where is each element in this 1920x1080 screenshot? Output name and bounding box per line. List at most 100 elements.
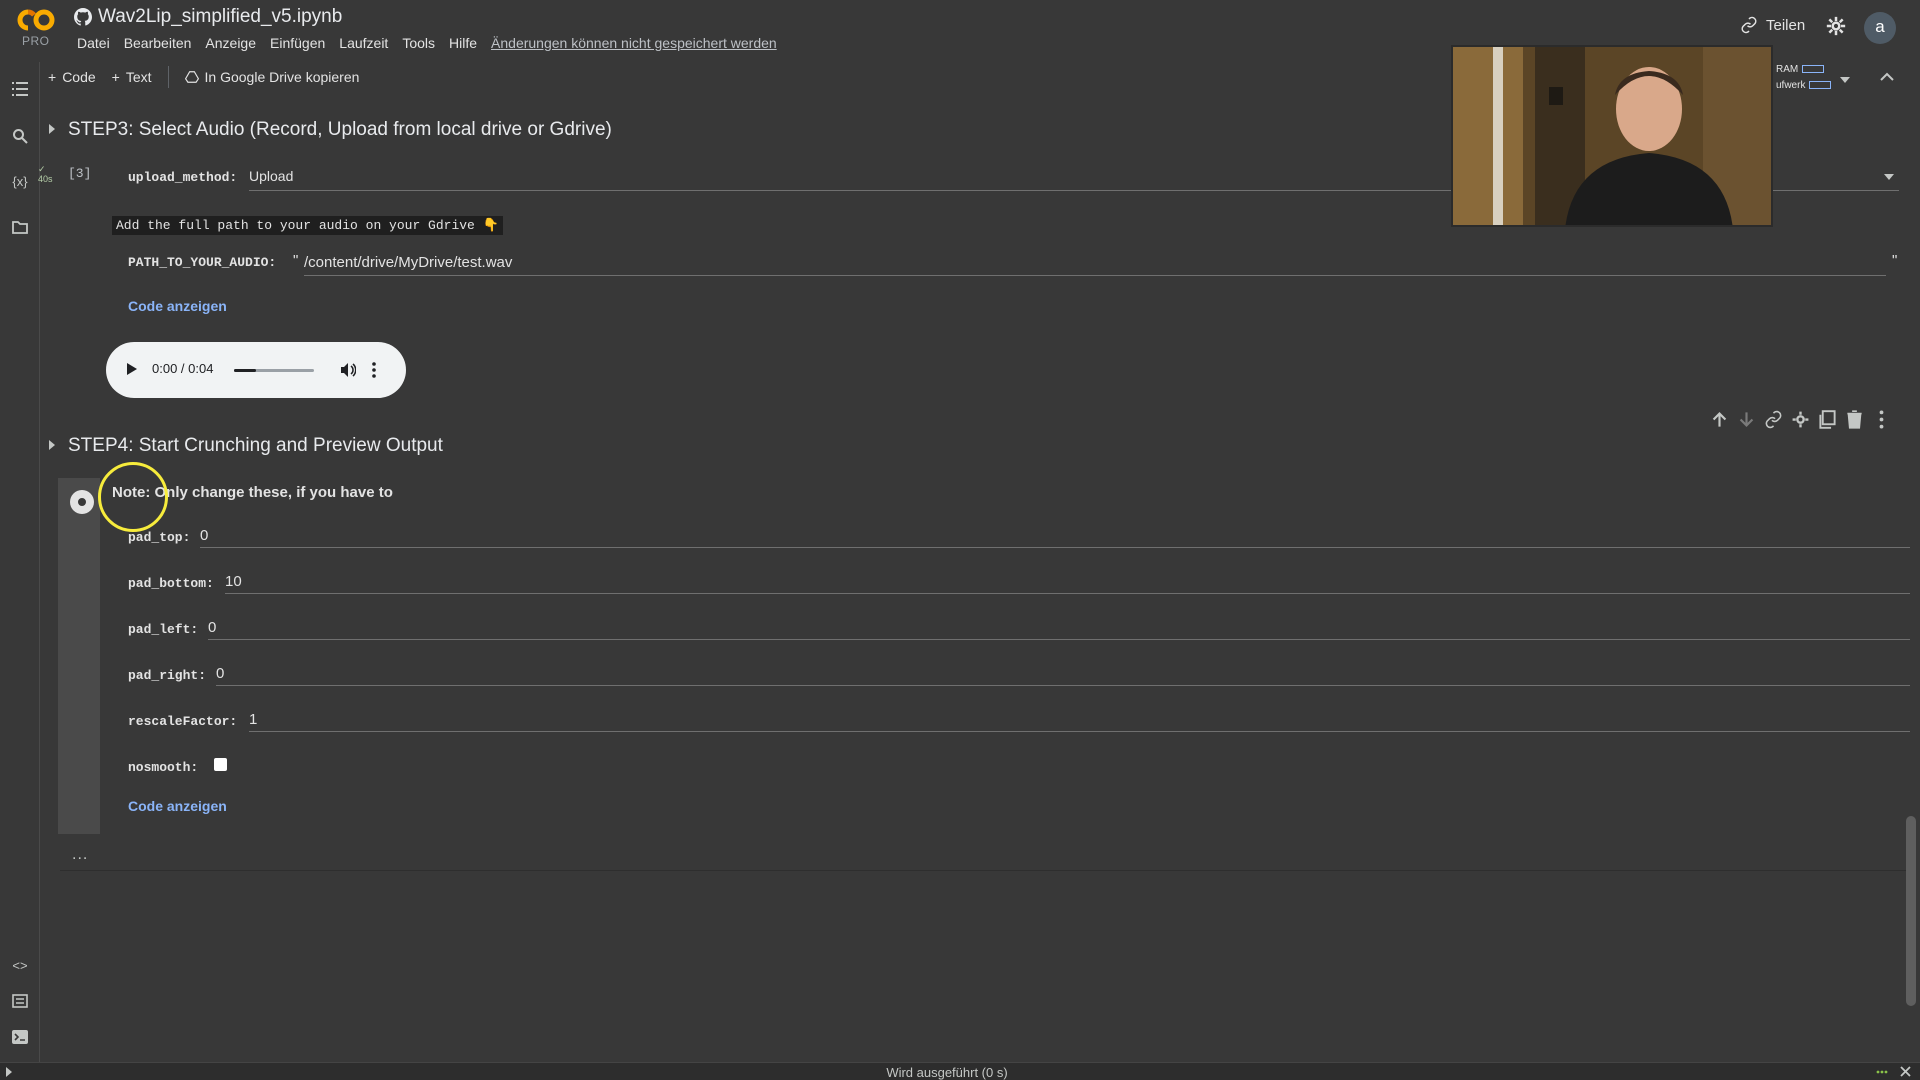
ram-bar xyxy=(1802,65,1825,74)
terminal-icon[interactable] xyxy=(10,1030,30,1050)
share-label: Teilen xyxy=(1766,16,1806,34)
notebook-scrollbar[interactable] xyxy=(1906,816,1916,1006)
google-drive-icon xyxy=(184,71,199,83)
mouse-cursor-highlight xyxy=(98,462,168,532)
audio-progress-fill xyxy=(234,369,256,372)
pad-left-underline xyxy=(208,639,1910,640)
colab-logo[interactable]: PRO xyxy=(16,8,56,48)
step4-heading: STEP4: Start Crunching and Preview Outpu… xyxy=(68,435,443,456)
resource-indicator[interactable]: RAM ufwerk xyxy=(1776,62,1832,94)
copy-to-drive-label: In Google Drive kopieren xyxy=(204,69,360,85)
nosmooth-checkbox[interactable] xyxy=(214,758,227,771)
stop-execution-button[interactable] xyxy=(70,490,94,514)
pad-right-input[interactable]: 0 xyxy=(216,665,224,682)
play-icon[interactable] xyxy=(126,362,138,376)
status-more-icon[interactable] xyxy=(1876,1070,1888,1074)
pad-right-label: pad_right: xyxy=(128,668,207,683)
share-button[interactable]: Teilen xyxy=(1740,16,1805,34)
menu-bearbeiten[interactable]: Bearbeiten xyxy=(117,35,199,51)
more-options-icon[interactable] xyxy=(372,362,376,378)
pad-bottom-input[interactable]: 10 xyxy=(225,573,242,590)
ram-label: RAM xyxy=(1776,64,1799,75)
nosmooth-label: nosmooth: xyxy=(128,760,199,775)
plus-icon: + xyxy=(48,69,57,85)
table-of-contents-icon[interactable] xyxy=(10,82,30,102)
add-code-label: Code xyxy=(62,69,96,85)
rescale-factor-underline xyxy=(249,731,1910,732)
show-code-link[interactable]: Code anzeigen xyxy=(128,798,227,814)
disk-bar xyxy=(1809,81,1832,90)
audio-path-hint: Add the full path to your audio on your … xyxy=(112,216,503,235)
rescale-factor-label: rescaleFactor: xyxy=(128,714,238,729)
execution-status-text: Wird ausgeführt (0 s) xyxy=(886,1065,1008,1080)
audio-time: 0:00 / 0:04 xyxy=(152,361,214,376)
audio-path-input[interactable]: /content/drive/MyDrive/test.wav xyxy=(304,254,512,271)
variables-icon[interactable]: {x} xyxy=(10,174,30,194)
audio-player: 0:00 / 0:04 xyxy=(106,342,406,398)
notebook-filename[interactable]: Wav2Lip_simplified_v5.ipynb xyxy=(98,6,342,28)
pad-bottom-underline xyxy=(225,593,1910,594)
execution-count: [3] xyxy=(68,166,92,181)
folder-icon[interactable] xyxy=(10,220,30,240)
menu-tools[interactable]: Tools xyxy=(395,35,442,51)
more-output-ellipsis[interactable]: ... xyxy=(72,846,88,864)
expand-section-icon[interactable] xyxy=(49,440,55,450)
code-snippets-icon[interactable]: <> xyxy=(10,958,30,978)
expand-section-icon[interactable] xyxy=(49,124,55,134)
rescale-factor-input[interactable]: 1 xyxy=(249,711,257,728)
chevron-up-icon[interactable] xyxy=(1880,68,1894,86)
copy-to-drive-button[interactable]: In Google Drive kopieren xyxy=(177,69,368,85)
command-palette-icon[interactable] xyxy=(10,994,30,1014)
notebook-title[interactable]: Wav2Lip_simplified_v5.ipynb xyxy=(74,6,342,28)
more-vert-icon[interactable] xyxy=(1872,410,1891,429)
github-icon xyxy=(74,8,92,26)
menu-datei[interactable]: Datei xyxy=(70,35,117,51)
upload-method-select[interactable]: Upload xyxy=(249,168,293,184)
pointing-down-emoji: 👇 xyxy=(482,218,499,233)
link-icon xyxy=(1741,16,1757,34)
notebook-toolbar: + Code + Text In Google Drive kopieren xyxy=(40,66,367,88)
plus-icon: + xyxy=(111,69,120,85)
menu-anzeige[interactable]: Anzeige xyxy=(198,35,263,51)
close-status-icon[interactable] xyxy=(1900,1066,1911,1077)
unsaved-changes-notice[interactable]: Änderungen können nicht gespeichert werd… xyxy=(484,35,784,51)
cell-settings-gear-icon[interactable] xyxy=(1791,410,1810,429)
webcam-overlay xyxy=(1451,45,1773,227)
audio-path-label: PATH_TO_YOUR_AUDIO: xyxy=(128,255,277,270)
pad-bottom-label: pad_bottom: xyxy=(128,576,214,591)
stop-icon xyxy=(76,496,88,508)
user-avatar[interactable]: a xyxy=(1864,12,1896,44)
dropdown-arrow-icon[interactable] xyxy=(1884,174,1894,180)
move-up-arrow-icon[interactable] xyxy=(1710,410,1729,429)
pad-right-underline xyxy=(216,685,1910,686)
execution-status: ✓ 40s xyxy=(38,164,53,184)
menu-hilfe[interactable]: Hilfe xyxy=(442,35,484,51)
status-bar: Wird ausgeführt (0 s) xyxy=(0,1062,1920,1080)
runtime-dropdown-icon[interactable] xyxy=(1840,70,1850,88)
toolbar-divider xyxy=(167,66,169,88)
cell-divider xyxy=(60,870,1910,871)
pad-top-underline xyxy=(200,547,1910,548)
menu-einfuegen[interactable]: Einfügen xyxy=(263,35,332,51)
menu-laufzeit[interactable]: Laufzeit xyxy=(332,35,395,51)
execution-time: 40s xyxy=(38,174,53,184)
copy-cell-icon[interactable] xyxy=(1818,410,1837,429)
add-text-cell-button[interactable]: + Text xyxy=(104,69,160,85)
link-icon[interactable] xyxy=(1764,410,1783,429)
notebook-area: STEP3: Select Audio (Record, Upload from… xyxy=(38,106,1920,1060)
search-icon[interactable] xyxy=(10,128,30,148)
menubar: Datei Bearbeiten Anzeige Einfügen Laufze… xyxy=(70,35,784,51)
delete-trash-icon[interactable] xyxy=(1845,410,1864,429)
pro-badge: PRO xyxy=(22,34,50,48)
upload-method-label: upload_method: xyxy=(128,170,238,185)
audio-progress-bar[interactable] xyxy=(234,369,314,372)
cell-gutter xyxy=(58,478,100,834)
move-down-arrow-icon[interactable] xyxy=(1737,410,1756,429)
pad-left-input[interactable]: 0 xyxy=(208,619,216,636)
settings-gear-icon[interactable] xyxy=(1826,16,1846,36)
volume-icon[interactable] xyxy=(340,362,356,378)
show-code-link[interactable]: Code anzeigen xyxy=(128,298,227,314)
pad-top-input[interactable]: 0 xyxy=(200,527,208,544)
path-quote-close: " xyxy=(1892,252,1898,269)
add-code-cell-button[interactable]: + Code xyxy=(40,69,104,85)
